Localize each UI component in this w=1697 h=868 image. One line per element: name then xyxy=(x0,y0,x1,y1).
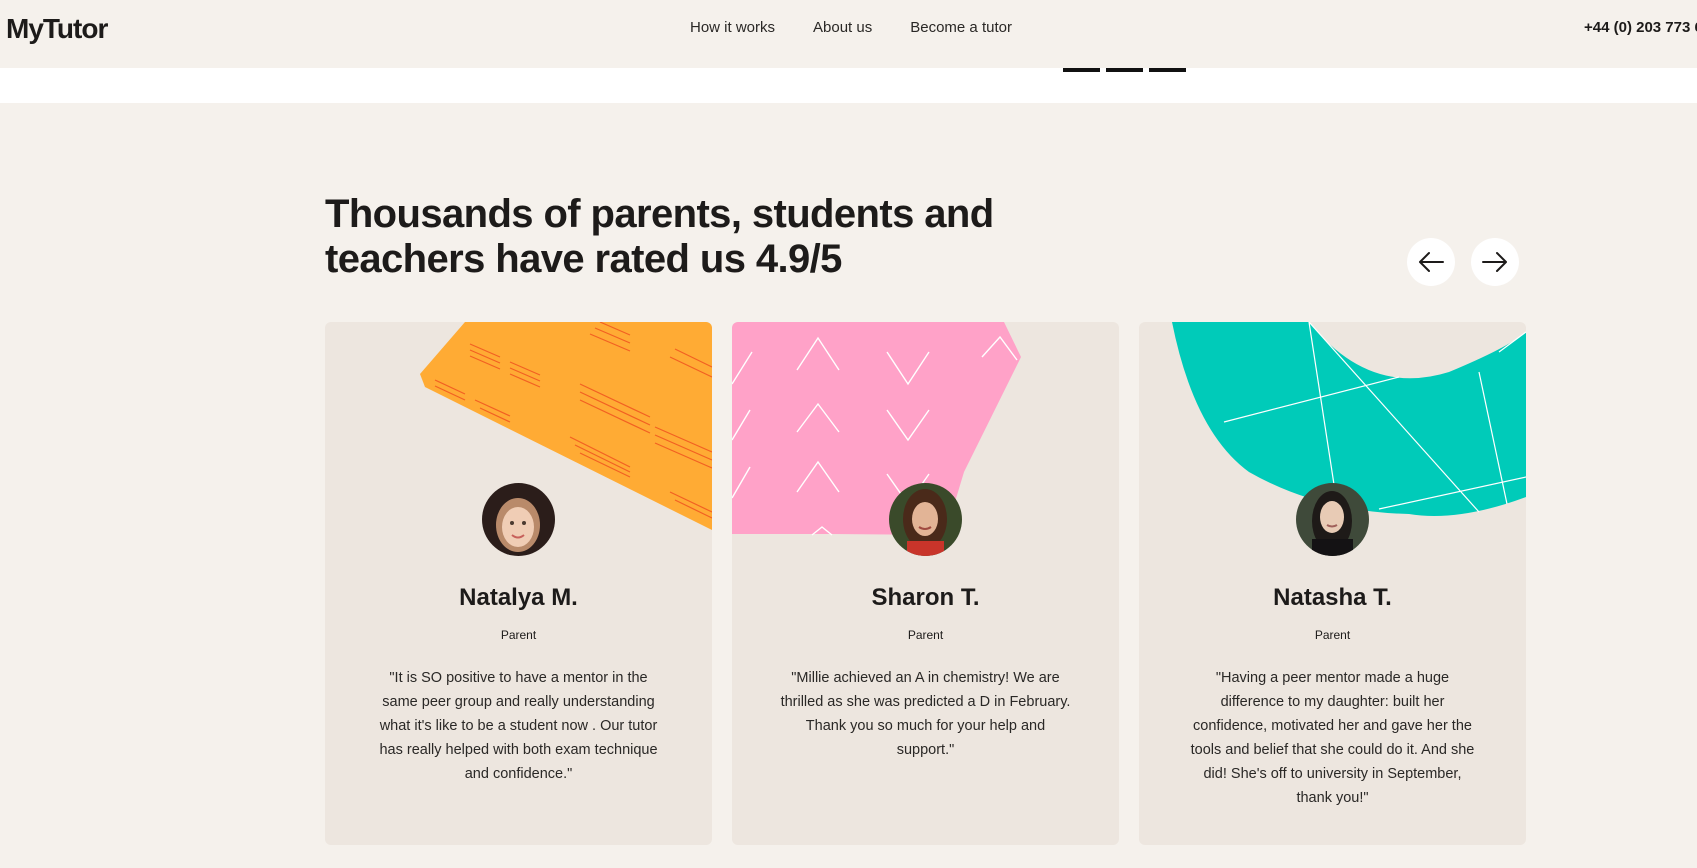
testimonial-role: Parent xyxy=(907,628,944,642)
nav-about-us[interactable]: About us xyxy=(813,19,872,36)
testimonial-quote: "Millie achieved an A in chemistry! We a… xyxy=(780,670,1071,758)
avatar xyxy=(482,483,555,556)
section-heading: Thousands of parents, students and teach… xyxy=(325,192,1025,282)
heading-line-1: Thousands of parents, students and xyxy=(325,192,994,236)
testimonial-name: Natalya M. xyxy=(459,584,578,611)
heading-line-2: teachers have rated us 4.9/5 xyxy=(325,237,842,281)
carousel-next-button[interactable] xyxy=(1471,238,1519,286)
testimonial-role: Parent xyxy=(500,628,537,642)
avatar xyxy=(889,483,962,556)
testimonial-quote: "It is SO positive to have a mentor in t… xyxy=(379,670,658,782)
avatar xyxy=(1296,483,1369,556)
testimonial-card: Natalya M. Parent "It is SO positive to … xyxy=(325,322,712,845)
scrolled-content-band xyxy=(0,68,1697,103)
testimonial-quote: "Having a peer mentor made a huge differ… xyxy=(1190,670,1475,806)
testimonial-name: Sharon T. xyxy=(871,584,980,611)
arrow-right-icon xyxy=(1482,252,1507,272)
avatar-photo xyxy=(1296,483,1369,556)
testimonial-name: Natasha T. xyxy=(1273,584,1392,611)
phone-number[interactable]: +44 (0) 203 773 6 xyxy=(1584,19,1697,36)
nav-how-it-works[interactable]: How it works xyxy=(690,19,775,36)
avatar-photo xyxy=(889,483,962,556)
carousel-prev-button[interactable] xyxy=(1407,238,1455,286)
main-nav: How it works About us Become a tutor xyxy=(690,19,1012,36)
site-header: MyTutor How it works About us Become a t… xyxy=(0,0,1697,68)
testimonial-role: Parent xyxy=(1314,628,1351,642)
testimonial-card: Natasha T. Parent "Having a peer mentor … xyxy=(1139,322,1526,845)
testimonial-card: Sharon T. Parent "Millie achieved an A i… xyxy=(732,322,1119,845)
logo[interactable]: MyTutor xyxy=(6,13,108,45)
band-decoration xyxy=(1063,68,1186,72)
arrow-left-icon xyxy=(1419,252,1444,272)
avatar-photo xyxy=(482,483,555,556)
nav-become-a-tutor[interactable]: Become a tutor xyxy=(910,19,1012,36)
